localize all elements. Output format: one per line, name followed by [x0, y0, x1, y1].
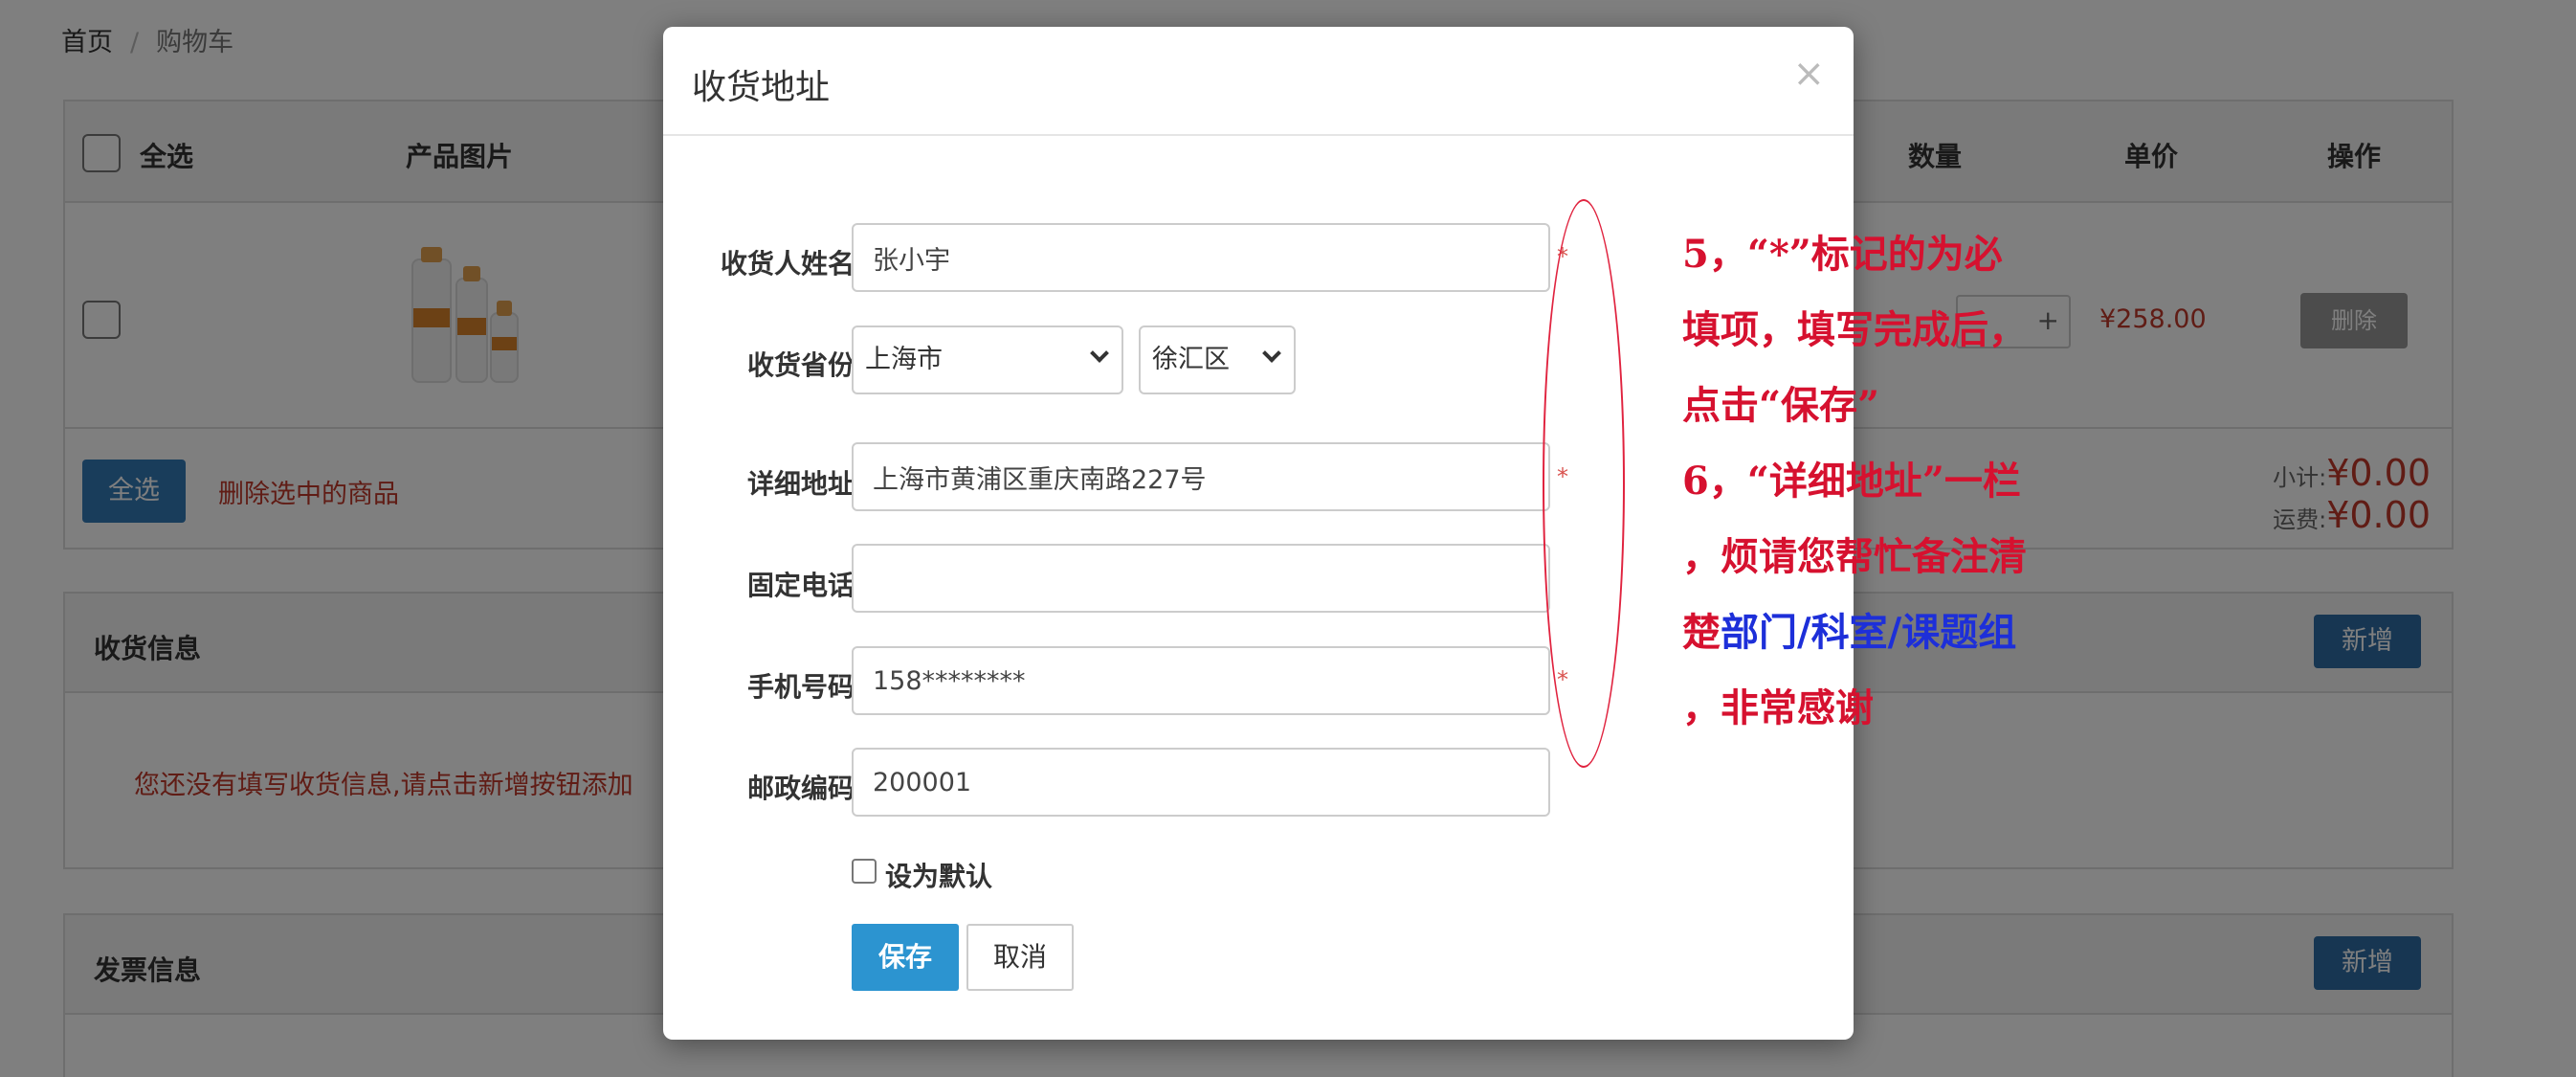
annotation-highlight: 部门/科室/课题组	[1721, 610, 2017, 655]
chevron-down-icon	[1090, 344, 1109, 363]
annotation-line: 点击“保存”	[1682, 383, 1880, 428]
annotation-line: 填项，填写完成后，	[1682, 307, 2027, 352]
province-select[interactable]: 上海市	[852, 325, 1123, 394]
annotation-note: 5，“*”标记的为必 填项，填写完成后， 点击“保存” 6，“详细地址”一栏 ，…	[1682, 216, 2142, 746]
save-button[interactable]: 保存	[852, 924, 959, 991]
postcode-label: 邮政编码	[746, 773, 855, 804]
close-icon[interactable]: ×	[1792, 52, 1825, 96]
annotation-ellipse	[1543, 199, 1625, 768]
province-label: 收货省份	[746, 349, 855, 381]
postcode-input[interactable]	[852, 748, 1550, 817]
phone-label: 固定电话	[746, 570, 855, 601]
province-value: 上海市	[865, 345, 943, 374]
address-modal: 收货地址 × 收货人姓名 * 收货省份 上海市 徐汇区 详细地址 * 固定电话 …	[663, 27, 1854, 1040]
cancel-button[interactable]: 取消	[966, 924, 1074, 991]
annotation-line: 楚部门/科室/课题组	[1682, 595, 2142, 670]
mobile-phone-input[interactable]	[852, 646, 1550, 715]
detail-address-input[interactable]	[852, 442, 1550, 511]
chevron-down-icon	[1262, 344, 1281, 363]
annotation-text: 楚	[1682, 610, 1721, 655]
annotation-line: ，非常感谢	[1682, 685, 1874, 730]
modal-header: 收货地址 ×	[663, 27, 1854, 136]
address-label: 详细地址	[746, 468, 855, 500]
annotation-line: 5，“*”标记的为必	[1682, 232, 2003, 277]
recipient-name-input[interactable]	[852, 223, 1550, 292]
annotation-line: 6，“详细地址”一栏	[1682, 459, 2021, 504]
annotation-line: ，烦请您帮忙备注清	[1682, 534, 2027, 579]
mobile-label: 手机号码	[746, 671, 855, 703]
modal-title: 收货地址	[692, 68, 831, 107]
district-value: 徐汇区	[1152, 345, 1230, 374]
landline-phone-input[interactable]	[852, 544, 1550, 613]
name-label: 收货人姓名	[720, 248, 855, 280]
set-default-checkbox[interactable]	[852, 859, 877, 884]
set-default-label: 设为默认	[885, 861, 993, 892]
district-select[interactable]: 徐汇区	[1139, 325, 1296, 394]
